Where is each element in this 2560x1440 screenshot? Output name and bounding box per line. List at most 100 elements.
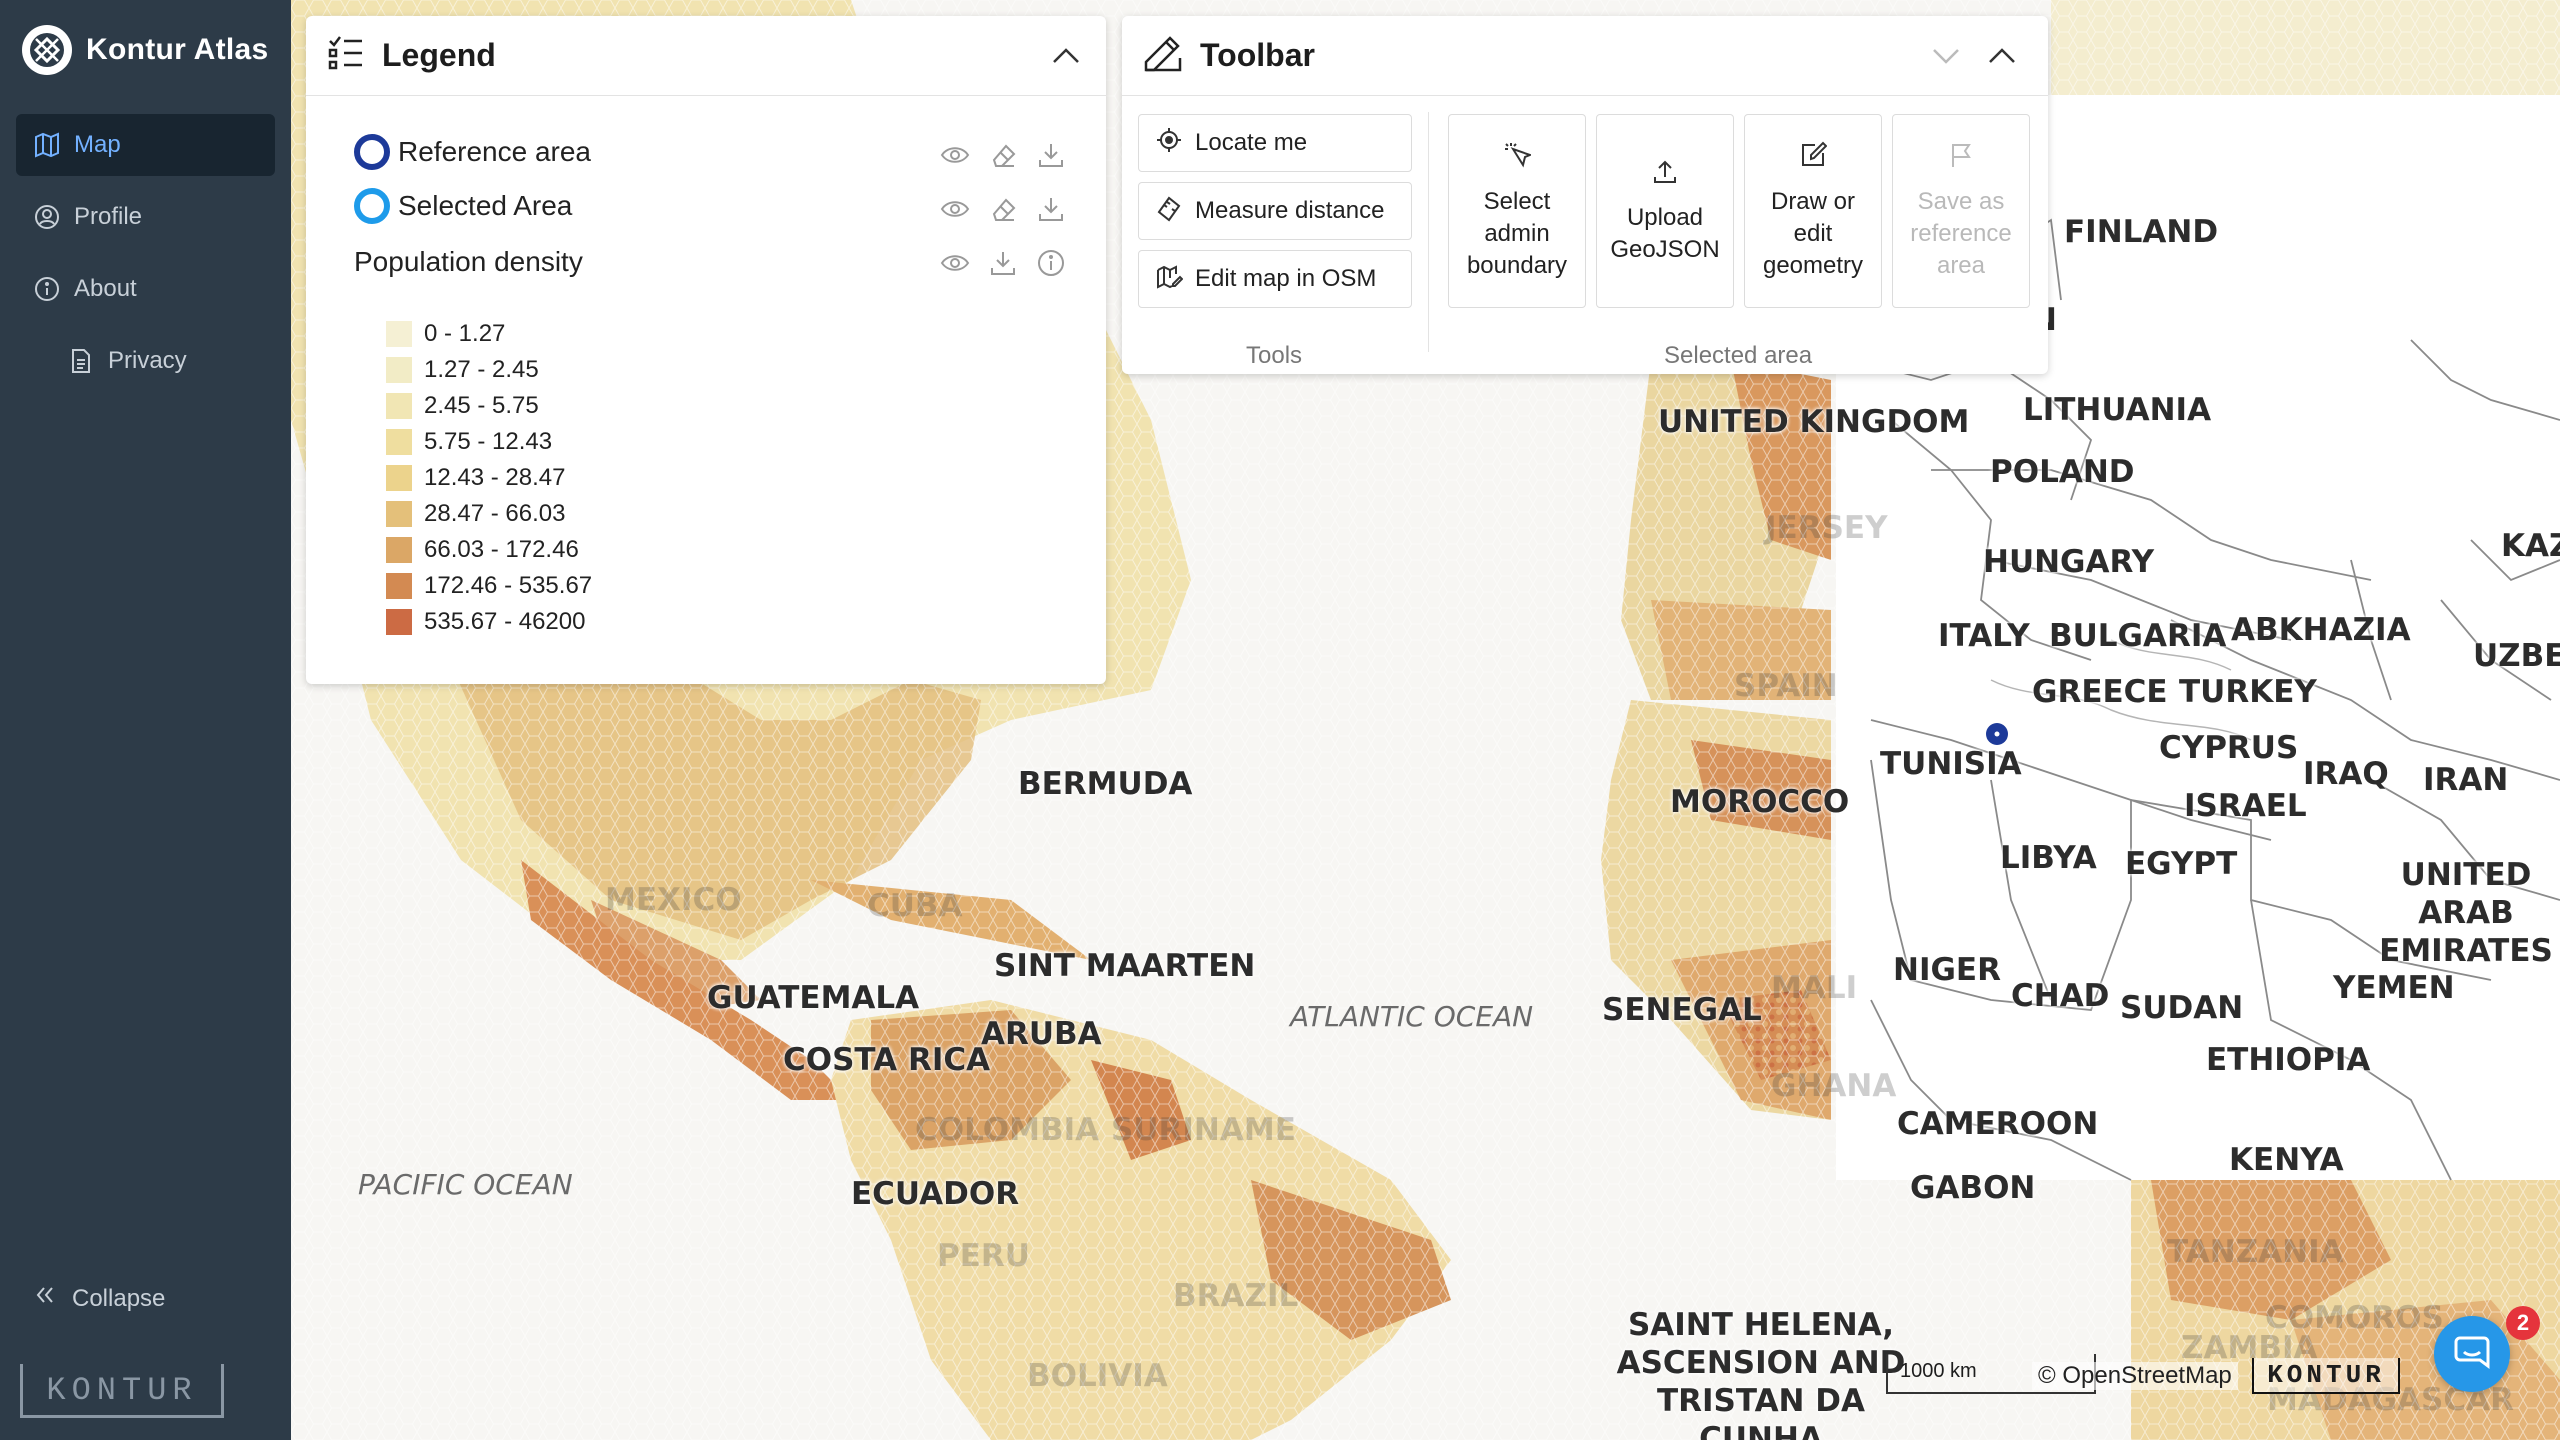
country-label: IRAN	[2423, 762, 2509, 798]
sidebar-item-about[interactable]: About	[16, 258, 275, 320]
profile-icon	[34, 204, 60, 230]
tool-label: Measure distance	[1195, 197, 1385, 224]
population-density-actions	[940, 248, 1066, 278]
country-label: ITALY	[1938, 618, 2030, 654]
country-label: BRAZIL	[1173, 1278, 1299, 1314]
eye-icon[interactable]	[940, 248, 970, 278]
locate-icon	[1155, 126, 1183, 161]
eraser-icon[interactable]	[988, 194, 1018, 224]
bin-label: 5.75 - 12.43	[424, 428, 553, 455]
bin-swatch	[386, 501, 412, 527]
country-label: BULGARIA	[2049, 618, 2227, 654]
legend-layer-reference-area: Reference area	[354, 134, 591, 170]
info-icon[interactable]	[1036, 248, 1066, 278]
selected-area-section-label: Selected area	[1664, 342, 1813, 369]
sidebar-item-profile[interactable]: Profile	[16, 186, 275, 248]
eye-icon[interactable]	[940, 140, 970, 170]
country-label: BERMUDA	[1018, 766, 1193, 802]
bin-swatch	[386, 393, 412, 419]
cursor-icon	[1503, 141, 1533, 178]
toolbar-pencil-icon	[1142, 32, 1184, 79]
country-label: KENYA	[2229, 1142, 2344, 1178]
toolbar-header: Toolbar	[1122, 16, 2048, 96]
collapse-label: Collapse	[72, 1284, 166, 1312]
country-label: YEMEN	[2333, 970, 2455, 1006]
country-label: TUNISIA	[1880, 746, 2022, 782]
country-label: CAMEROON	[1897, 1106, 2099, 1142]
legend-bin: 66.03 - 172.46	[386, 532, 592, 568]
kontur-atlas-logo-icon	[22, 25, 72, 75]
country-label: COMOROS	[2265, 1300, 2444, 1336]
country-label: POLAND	[1990, 454, 2135, 490]
selected-area-ring-icon	[354, 188, 390, 224]
upload-icon	[1651, 157, 1679, 194]
download-icon[interactable]	[1036, 140, 1066, 170]
country-label: UZBEK	[2473, 638, 2560, 674]
chevron-down-icon[interactable]	[1930, 42, 1962, 75]
legend-layer-label: Selected Area	[398, 190, 573, 221]
country-label: GUATEMALA	[707, 980, 920, 1016]
legend-bin: 12.43 - 28.47	[386, 460, 592, 496]
osm-attribution-link[interactable]: © OpenStreetMap	[2032, 1362, 2238, 1390]
country-label: GABON	[1910, 1170, 2036, 1206]
country-label: MALI	[1771, 970, 1858, 1006]
save-as-reference-area-button[interactable]: Save as reference area	[1892, 114, 2030, 308]
country-label: EGYPT	[2125, 846, 2238, 882]
sidebar: Kontur Atlas Map Profile About Privacy C…	[0, 0, 291, 1440]
edit-map-icon	[1155, 262, 1184, 297]
button-label: Upload GeoJSON	[1610, 203, 1720, 263]
toolbar-panel: Toolbar Locate me Measure distance Edit …	[1122, 16, 2048, 374]
measure-distance-button[interactable]: Measure distance	[1138, 182, 1412, 240]
country-label: UNITED ARAB EMIRATES	[2351, 856, 2560, 970]
reference-area-actions	[940, 140, 1066, 170]
button-label: Draw or edit geometry	[1762, 187, 1864, 279]
scale-label: 1000 km	[1900, 1360, 1977, 1382]
country-label: SUDAN	[2120, 990, 2244, 1026]
eye-icon[interactable]	[940, 194, 970, 224]
bin-swatch	[386, 429, 412, 455]
eraser-icon[interactable]	[988, 140, 1018, 170]
draw-or-edit-geometry-button[interactable]: Draw or edit geometry	[1744, 114, 1882, 308]
country-label: CHAD	[2011, 978, 2110, 1014]
legend-list-icon	[326, 33, 366, 78]
locate-me-button[interactable]: Locate me	[1138, 114, 1412, 172]
sidebar-item-map[interactable]: Map	[16, 114, 275, 176]
country-label: BOLIVIA	[1027, 1358, 1168, 1394]
country-label: PERU	[937, 1238, 1030, 1274]
document-icon	[68, 348, 94, 374]
legend-title: Legend	[382, 37, 496, 73]
chevron-up-icon[interactable]	[1986, 42, 2018, 75]
legend-layer-label: Reference area	[398, 136, 592, 167]
country-label: NIGER	[1893, 952, 2001, 988]
select-admin-boundary-button[interactable]: Select admin boundary	[1448, 114, 1586, 308]
country-label: LITHUANIA	[2023, 392, 2212, 428]
chevron-up-icon[interactable]	[1050, 42, 1082, 75]
country-label: FINLAND	[2064, 214, 2219, 250]
bin-label: 66.03 - 172.46	[424, 536, 579, 563]
edit-map-in-osm-button[interactable]: Edit map in OSM	[1138, 250, 1412, 308]
sidebar-item-privacy[interactable]: Privacy	[16, 330, 275, 392]
upload-geojson-button[interactable]: Upload GeoJSON	[1596, 114, 1734, 308]
bin-swatch	[386, 609, 412, 635]
brand[interactable]: Kontur Atlas	[22, 24, 269, 76]
button-label: Select admin boundary	[1466, 187, 1568, 279]
country-label: SAINT HELENA, ASCENSION AND TRISTAN DA C…	[1616, 1307, 1906, 1440]
country-label: TANZANIA	[2167, 1234, 2344, 1270]
bin-label: 535.67 - 46200	[424, 608, 586, 635]
kontur-map-logo[interactable]: KONTUR	[2252, 1358, 2400, 1394]
legend-bin: 2.45 - 5.75	[386, 388, 592, 424]
download-icon[interactable]	[988, 248, 1018, 278]
country-label: ARUBA	[981, 1016, 1102, 1052]
country-label: JERSEY	[1765, 510, 1888, 546]
download-icon[interactable]	[1036, 194, 1066, 224]
sidebar-item-label: About	[74, 275, 137, 302]
country-label-line: UNITED ARAB EMIRATES	[2379, 857, 2553, 969]
ocean-label: PACIFIC OCEAN	[358, 1168, 573, 1201]
chat-button[interactable]	[2434, 1316, 2510, 1392]
bin-swatch	[386, 573, 412, 599]
bin-label: 1.27 - 2.45	[424, 356, 539, 383]
legend-bin: 28.47 - 66.03	[386, 496, 592, 532]
collapse-button[interactable]: Collapse	[34, 1284, 165, 1313]
country-label: ETHIOPIA	[2206, 1042, 2371, 1078]
map-icon	[34, 132, 60, 158]
